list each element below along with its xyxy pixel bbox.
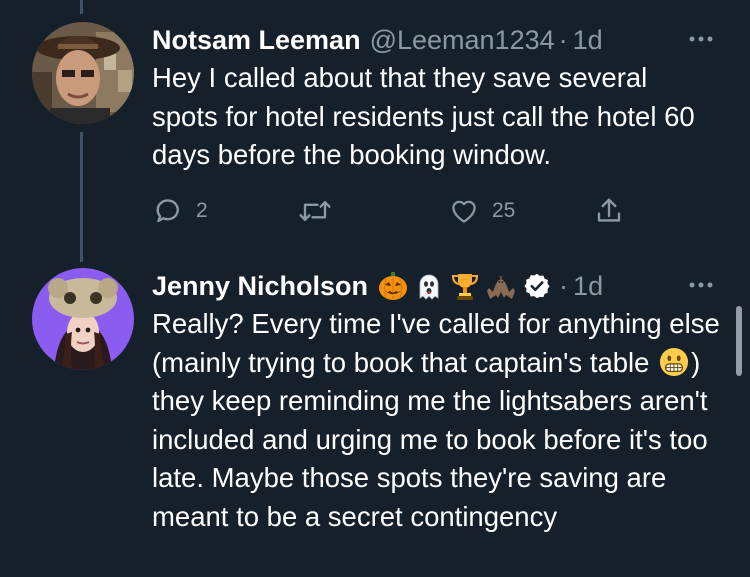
trophy-emoji xyxy=(452,274,479,300)
tweet-text: Hey I called about that they save severa… xyxy=(152,62,695,170)
timestamp[interactable]: 1d xyxy=(573,271,603,302)
like-icon xyxy=(452,200,476,223)
reply-count: 2 xyxy=(196,198,208,222)
reply-button[interactable]: 2 xyxy=(154,193,208,229)
display-name[interactable]: Notsam Leeman xyxy=(152,25,361,56)
grimacing-face-emoji xyxy=(660,347,689,376)
reply-icon xyxy=(156,198,179,222)
separator-dot: · xyxy=(558,24,568,55)
thread-line-connector xyxy=(80,132,83,262)
scrollbar[interactable] xyxy=(736,306,742,376)
avatar-jenny[interactable] xyxy=(32,268,134,370)
tweet-header: Jenny Nicholson · 1d xyxy=(152,268,720,304)
bat-emoji xyxy=(487,275,516,299)
like-count: 25 xyxy=(492,198,516,222)
display-name[interactable]: Jenny Nicholson xyxy=(152,271,368,302)
more-icon[interactable] xyxy=(686,24,716,54)
retweet-button[interactable] xyxy=(298,193,344,229)
user-handle[interactable]: @Leeman1234 xyxy=(370,25,555,56)
verified-badge-icon xyxy=(524,273,550,299)
thread-line-top xyxy=(80,0,83,14)
timestamp[interactable]: 1d xyxy=(573,25,603,56)
jack-o-lantern-emoji xyxy=(379,272,408,300)
like-button[interactable]: 25 xyxy=(448,193,515,229)
tweet-text: Really? Every time I've called for anyth… xyxy=(152,305,720,536)
tweet-header: Notsam Leeman @Leeman1234 · 1d xyxy=(152,22,720,58)
retweet-icon xyxy=(299,200,331,221)
tweet-text-part1: Really? Every time I've called for anyth… xyxy=(152,308,720,378)
share-icon xyxy=(597,198,621,222)
avatar-notsam[interactable] xyxy=(32,22,134,124)
ghost-emoji xyxy=(419,274,439,300)
tweet-actions: 2 25 xyxy=(152,193,720,229)
more-icon[interactable] xyxy=(686,270,716,300)
separator-dot: · xyxy=(559,270,569,301)
tweet-thread: Notsam Leeman @Leeman1234 · 1d Hey I cal… xyxy=(0,0,750,577)
share-button[interactable] xyxy=(594,193,624,229)
